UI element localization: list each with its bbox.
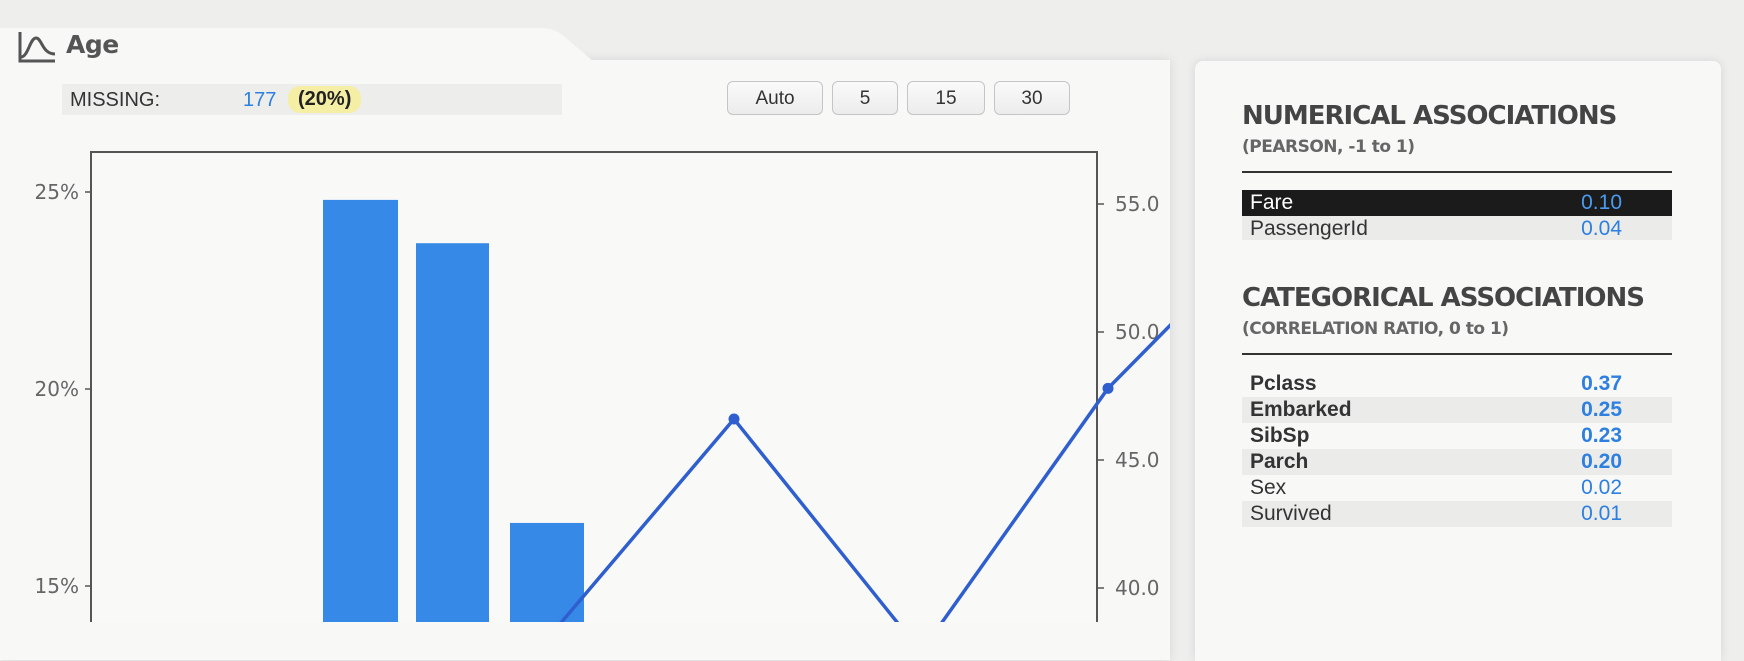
histogram-bar	[416, 243, 489, 622]
categorical-associations-subtitle: (CORRELATION RATIO, 0 to 1)	[1242, 319, 1509, 339]
assoc-row-survived[interactable]: Survived 0.01	[1242, 501, 1672, 527]
numerical-divider	[1242, 171, 1672, 173]
right-axis-tick-label: 45.0	[1115, 448, 1160, 472]
histogram-chart: 15%20%25%40.045.050.055.0	[35, 151, 1170, 622]
assoc-value: 0.01	[1581, 502, 1622, 525]
assoc-name: Embarked	[1250, 398, 1352, 421]
numerical-associations-title: NUMERICAL ASSOCIATIONS	[1242, 101, 1617, 131]
left-axis-tick-label: 25%	[35, 180, 79, 204]
assoc-value: 0.20	[1581, 450, 1622, 473]
line-point	[728, 413, 740, 425]
assoc-row-parch[interactable]: Parch 0.20	[1242, 449, 1672, 475]
associations-panel: NUMERICAL ASSOCIATIONS (PEARSON, -1 to 1…	[1195, 61, 1721, 661]
assoc-value: 0.02	[1581, 476, 1622, 499]
assoc-row-fare[interactable]: Fare 0.10	[1242, 190, 1672, 216]
assoc-name: Pclass	[1250, 372, 1317, 395]
left-axis-tick-label: 20%	[35, 377, 79, 401]
line-point	[1102, 382, 1114, 394]
assoc-name: Fare	[1250, 191, 1294, 214]
plot-area	[90, 151, 1098, 622]
assoc-name: Survived	[1250, 502, 1332, 525]
assoc-row-embarked[interactable]: Embarked 0.25	[1242, 397, 1672, 423]
left-axis-tick-label: 15%	[35, 574, 79, 598]
assoc-name: PassengerId	[1250, 217, 1368, 240]
assoc-name: Sex	[1250, 476, 1287, 499]
assoc-name: Parch	[1250, 450, 1309, 473]
assoc-row-sex[interactable]: Sex 0.02	[1242, 475, 1672, 501]
assoc-value: 0.23	[1581, 424, 1622, 447]
assoc-value: 0.04	[1581, 217, 1622, 240]
assoc-row-sibsp[interactable]: SibSp 0.23	[1242, 423, 1672, 449]
assoc-row-passengerid[interactable]: PassengerId 0.04	[1242, 216, 1672, 240]
right-axis-tick-label: 40.0	[1115, 576, 1160, 600]
assoc-value: 0.25	[1581, 398, 1622, 421]
histogram-bar	[323, 199, 398, 622]
numerical-associations-subtitle: (PEARSON, -1 to 1)	[1242, 137, 1415, 157]
assoc-name: SibSp	[1250, 424, 1310, 447]
categorical-associations-title: CATEGORICAL ASSOCIATIONS	[1242, 283, 1645, 313]
assoc-value: 0.37	[1581, 372, 1622, 395]
assoc-row-pclass[interactable]: Pclass 0.37	[1242, 371, 1672, 397]
assoc-value: 0.10	[1581, 191, 1622, 214]
categorical-divider	[1242, 353, 1672, 355]
right-axis-tick-label: 55.0	[1115, 192, 1160, 216]
